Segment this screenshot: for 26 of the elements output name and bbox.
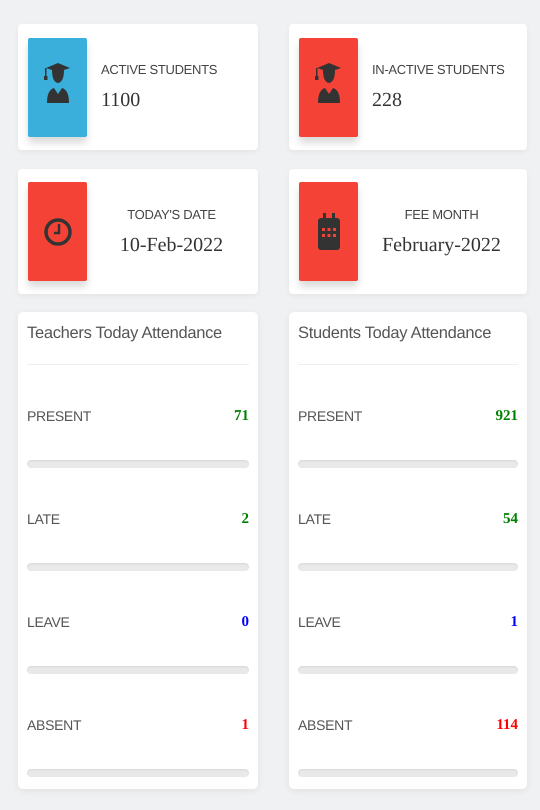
attendance-count: 0 — [242, 614, 249, 630]
stat-label: FEE MONTH — [404, 206, 478, 222]
attendance-label: LEAVE — [27, 614, 70, 630]
attendance-count: 921 — [496, 408, 518, 424]
stat-label: ACTIVE STUDENTS — [101, 62, 218, 77]
attendance-count: 1 — [242, 716, 249, 734]
attendance-label: LATE — [27, 511, 60, 527]
card-title: Students Today Attendance — [298, 324, 492, 344]
attendance-count: 1 — [510, 614, 518, 630]
attendance-count: 2 — [242, 510, 249, 528]
stat-value: February-2022 — [382, 234, 501, 256]
stat-value: 10-Feb-2022 — [120, 234, 224, 256]
attendance-label: ABSENT — [298, 717, 352, 733]
attendance-label: LATE — [298, 511, 331, 527]
stat-value: 228 — [372, 89, 403, 112]
attendance-label: LEAVE — [298, 614, 341, 630]
attendance-label: PRESENT — [298, 408, 362, 424]
attendance-count: 54 — [503, 510, 518, 528]
attendance-label: ABSENT — [27, 717, 82, 733]
attendance-count: 114 — [496, 716, 518, 734]
attendance-count: 71 — [234, 408, 249, 424]
card-title: Teachers Today Attendance — [27, 324, 223, 344]
stat-label: TODAY'S DATE — [127, 206, 216, 222]
stat-label: IN-ACTIVE STUDENTS — [372, 62, 506, 77]
attendance-label: PRESENT — [27, 408, 92, 424]
stat-value: 1100 — [101, 89, 142, 112]
